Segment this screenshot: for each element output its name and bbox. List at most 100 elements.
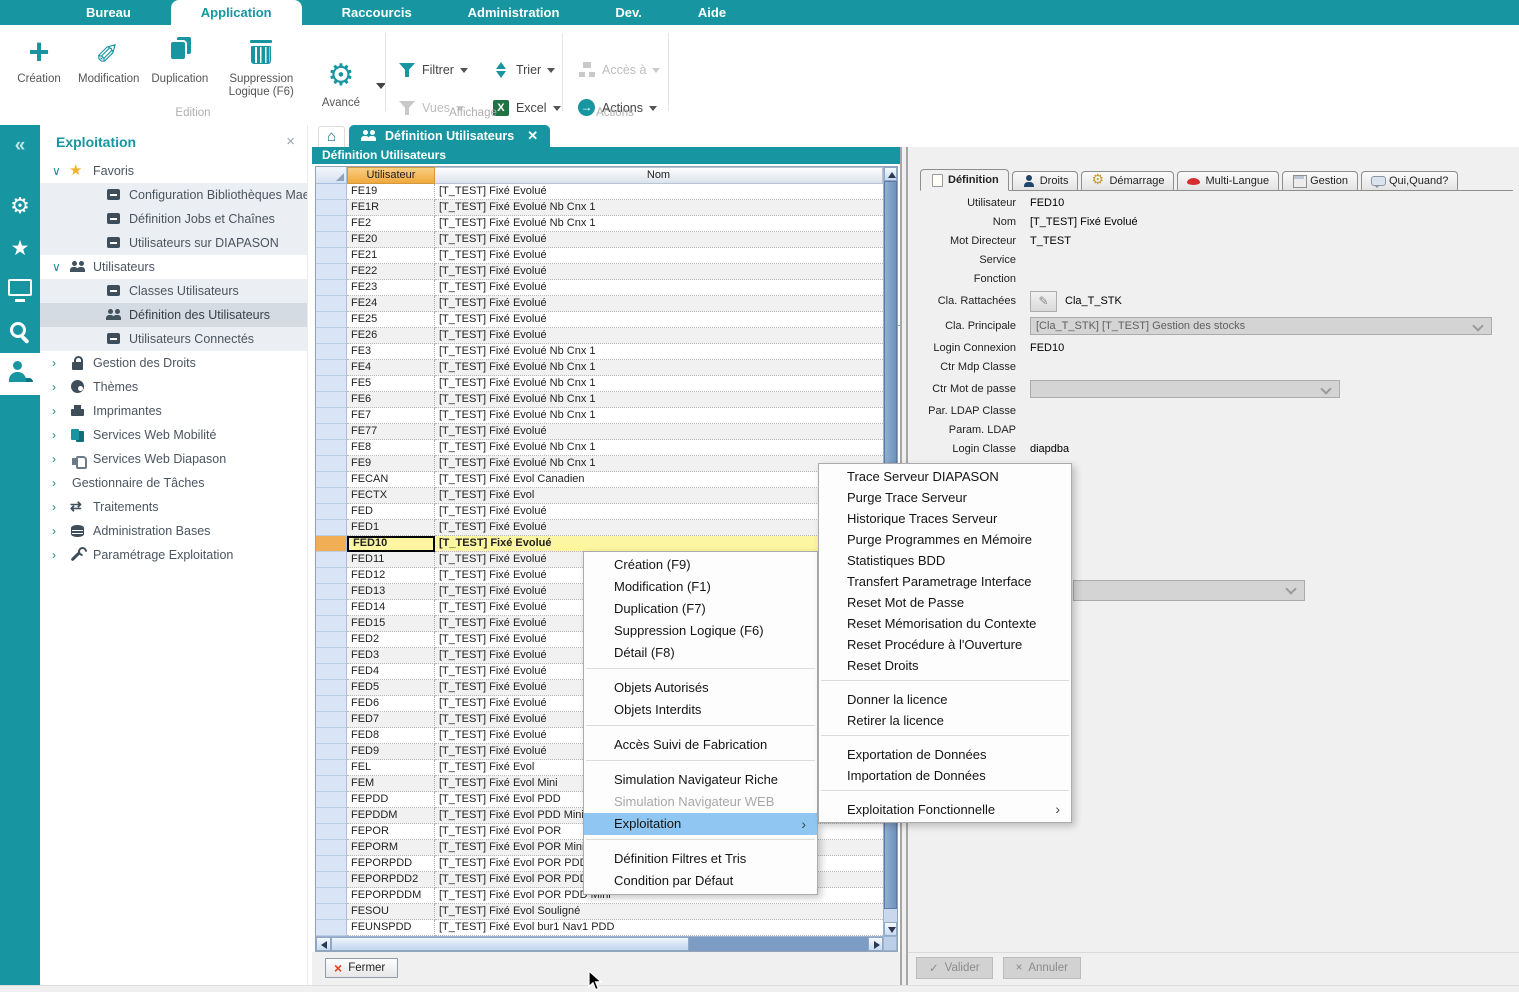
sidebar-tree-item[interactable]: Définition des Utilisateurs bbox=[40, 303, 307, 327]
users-section-icon[interactable] bbox=[0, 353, 40, 395]
cell-nom[interactable]: [T_TEST] Fixé Evolué Nb Cnx 1 bbox=[435, 440, 883, 456]
sidebar-tree-item[interactable]: › Imprimantes bbox=[40, 399, 307, 423]
sidebar-tree-item[interactable]: Utilisateurs sur DIAPASON bbox=[40, 231, 307, 255]
cell-utilisateur[interactable]: FED11 bbox=[347, 552, 435, 568]
sidebar-tree-item[interactable]: Définition Jobs et Chaînes bbox=[40, 207, 307, 231]
row-marker-cell[interactable] bbox=[316, 456, 347, 472]
ribbon-button[interactable]: Création bbox=[8, 31, 70, 101]
menu-tab[interactable]: Aide bbox=[678, 0, 746, 25]
menu-tab[interactable]: Bureau bbox=[66, 0, 151, 25]
ribbon-button[interactable]: Suppression Logique (F6) bbox=[216, 31, 306, 101]
ctr-mot-de-passe-dropdown[interactable] bbox=[1030, 380, 1340, 398]
context-menu-item[interactable] bbox=[584, 760, 817, 769]
cell-nom[interactable]: [T_TEST] Fixé Evolué bbox=[435, 280, 883, 296]
horizontal-scrollbar-thumb[interactable] bbox=[331, 937, 689, 951]
cell-utilisateur[interactable]: FED3 bbox=[347, 648, 435, 664]
table-row[interactable]: FE8 [T_TEST] Fixé Evolué Nb Cnx 1 bbox=[316, 440, 883, 456]
row-marker-cell[interactable] bbox=[316, 904, 347, 920]
cell-nom[interactable]: [T_TEST] Fixé Evolué Nb Cnx 1 bbox=[435, 376, 883, 392]
cell-utilisateur[interactable]: FEPORPDD2 bbox=[347, 872, 435, 888]
cell-utilisateur[interactable]: FED8 bbox=[347, 728, 435, 744]
row-marker-cell[interactable] bbox=[316, 424, 347, 440]
cell-utilisateur[interactable]: FE2 bbox=[347, 216, 435, 232]
valider-button[interactable]: ✓ Valider bbox=[916, 957, 993, 979]
table-row[interactable]: FE21 [T_TEST] Fixé Evolué bbox=[316, 248, 883, 264]
row-marker-cell[interactable] bbox=[316, 888, 347, 904]
tree-chevron-icon[interactable]: › bbox=[52, 404, 69, 418]
table-row[interactable]: FE23 [T_TEST] Fixé Evolué bbox=[316, 280, 883, 296]
ribbon-small-button[interactable]: Filtrer bbox=[398, 61, 468, 79]
cell-utilisateur[interactable]: FE22 bbox=[347, 264, 435, 280]
cell-utilisateur[interactable]: FECAN bbox=[347, 472, 435, 488]
cell-nom[interactable]: [T_TEST] Fixé Evolué bbox=[435, 264, 883, 280]
cell-utilisateur[interactable]: FE3 bbox=[347, 344, 435, 360]
table-row[interactable]: FE22 [T_TEST] Fixé Evolué bbox=[316, 264, 883, 280]
submenu-item[interactable]: Reset Mémorisation du Contexte bbox=[819, 613, 1071, 634]
row-marker-cell[interactable] bbox=[316, 824, 347, 840]
submenu-item[interactable] bbox=[819, 735, 1071, 744]
cell-nom[interactable]: [T_TEST] Fixé Evolué Nb Cnx 1 bbox=[435, 456, 883, 472]
row-marker-cell[interactable] bbox=[316, 248, 347, 264]
context-menu-item[interactable]: Modification (F1) bbox=[584, 576, 817, 598]
ribbon-small-button[interactable]: Accès à bbox=[578, 61, 660, 79]
scroll-left-icon[interactable] bbox=[316, 937, 331, 951]
cell-utilisateur[interactable]: FE4 bbox=[347, 360, 435, 376]
avance-button[interactable]: Avancé bbox=[310, 55, 372, 112]
row-marker-cell[interactable] bbox=[316, 664, 347, 680]
row-marker-cell[interactable] bbox=[316, 296, 347, 312]
cell-utilisateur[interactable]: FED5 bbox=[347, 680, 435, 696]
sidebar-tree-item[interactable]: › Services Web Mobilité bbox=[40, 423, 307, 447]
chevron-down-icon[interactable] bbox=[652, 68, 660, 73]
submenu-item[interactable]: Purge Trace Serveur bbox=[819, 487, 1071, 508]
scroll-down-icon[interactable] bbox=[884, 922, 897, 936]
sidebar-tree-item[interactable]: Utilisateurs Connectés bbox=[40, 327, 307, 351]
sidebar-tree-item[interactable]: Classes Utilisateurs bbox=[40, 279, 307, 303]
row-marker-cell[interactable] bbox=[316, 760, 347, 776]
cell-nom[interactable]: [T_TEST] Fixé Evolué Nb Cnx 1 bbox=[435, 360, 883, 376]
table-row[interactable]: FE1R [T_TEST] Fixé Evolué Nb Cnx 1 bbox=[316, 200, 883, 216]
menu-tab[interactable]: Application bbox=[171, 0, 302, 25]
cell-nom[interactable]: [T_TEST] Fixé Evolué Nb Cnx 1 bbox=[435, 408, 883, 424]
menu-tab[interactable]: Raccourcis bbox=[322, 0, 432, 25]
row-marker-cell[interactable] bbox=[316, 632, 347, 648]
cell-utilisateur[interactable]: FED10 bbox=[347, 536, 435, 552]
cell-utilisateur[interactable]: FED bbox=[347, 504, 435, 520]
cell-nom[interactable]: [T_TEST] Fixé Evolué Nb Cnx 1 bbox=[435, 216, 883, 232]
cell-utilisateur[interactable]: FEPOR bbox=[347, 824, 435, 840]
table-row[interactable]: FE19 [T_TEST] Fixé Evolué bbox=[316, 184, 883, 200]
submenu-item[interactable]: Exportation de Données bbox=[819, 744, 1071, 765]
row-marker-cell[interactable] bbox=[316, 552, 347, 568]
row-marker-cell[interactable] bbox=[316, 360, 347, 376]
submenu-item[interactable]: Exploitation Fonctionnelle › bbox=[819, 799, 1071, 820]
cell-utilisateur[interactable]: FE24 bbox=[347, 296, 435, 312]
chevron-down-icon[interactable] bbox=[460, 68, 468, 73]
submenu-item[interactable]: Purge Programmes en Mémoire bbox=[819, 529, 1071, 550]
cell-utilisateur[interactable]: FED6 bbox=[347, 696, 435, 712]
cell-utilisateur[interactable]: FEPORM bbox=[347, 840, 435, 856]
row-marker-cell[interactable] bbox=[316, 568, 347, 584]
context-menu-item[interactable] bbox=[584, 725, 817, 734]
table-row[interactable]: FED10 [T_TEST] Fixé Evolué bbox=[316, 536, 883, 552]
cell-utilisateur[interactable]: FED7 bbox=[347, 712, 435, 728]
row-marker-cell[interactable] bbox=[316, 856, 347, 872]
edit-classes-button[interactable]: ✎ bbox=[1030, 291, 1057, 312]
context-menu-item[interactable]: Duplication (F7) bbox=[584, 598, 817, 620]
row-marker-cell[interactable] bbox=[316, 440, 347, 456]
cell-utilisateur[interactable]: FEPDDM bbox=[347, 808, 435, 824]
table-row[interactable]: FE2 [T_TEST] Fixé Evolué Nb Cnx 1 bbox=[316, 216, 883, 232]
row-marker-cell[interactable] bbox=[316, 728, 347, 744]
tree-chevron-icon[interactable]: › bbox=[52, 524, 69, 538]
cell-nom[interactable]: [T_TEST] Fixé Evol Canadien bbox=[435, 472, 883, 488]
table-row[interactable]: FE6 [T_TEST] Fixé Evolué Nb Cnx 1 bbox=[316, 392, 883, 408]
submenu-item[interactable]: Statistiques BDD bbox=[819, 550, 1071, 571]
context-menu-item[interactable]: Objets Autorisés bbox=[584, 677, 817, 699]
cell-nom[interactable]: [T_TEST] Fixé Evol bbox=[435, 488, 883, 504]
table-row[interactable]: FEUNSPDD [T_TEST] Fixé Evol bur1 Nav1 PD… bbox=[316, 920, 883, 936]
row-marker-cell[interactable] bbox=[316, 536, 347, 552]
cell-utilisateur[interactable]: FE5 bbox=[347, 376, 435, 392]
mot-directeur-value[interactable]: T_TEST bbox=[1030, 235, 1071, 247]
close-icon[interactable]: × bbox=[286, 133, 295, 150]
cell-utilisateur[interactable]: FE1R bbox=[347, 200, 435, 216]
sidebar-tree-item[interactable]: ∨ Utilisateurs bbox=[40, 255, 307, 279]
cell-utilisateur[interactable]: FED14 bbox=[347, 600, 435, 616]
